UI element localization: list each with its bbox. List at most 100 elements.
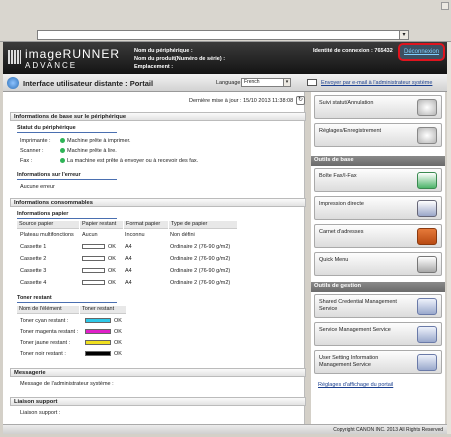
paper-size: A4 [125, 256, 132, 262]
toner-level-bar [85, 329, 111, 334]
logout-label: Déconnexion [403, 49, 440, 55]
page-title: Interface utilisateur distante : Portail [23, 79, 154, 88]
product-name-label: Nom du produit(Numéro de série) : [134, 56, 226, 62]
fax-box-icon [417, 172, 437, 189]
col-paper-type: Type de papier [169, 221, 237, 229]
toner-level-bar [85, 351, 111, 356]
toner-name: Toner jaune restant : [20, 340, 71, 346]
admin-message: Message de l'administrateur système : [20, 381, 114, 387]
status-monitor-button[interactable]: Suivi statut/Annulation [314, 95, 442, 119]
scanner-label: Scanner : [20, 148, 44, 154]
paper-source: Cassette 3 [20, 268, 47, 274]
paper-type: Non défini [170, 232, 195, 238]
portal-settings-link[interactable]: Réglages d'affichage du portail [318, 382, 393, 388]
quick-menu-button[interactable]: Quick Menu [314, 252, 442, 276]
support-link: Liaison support : [20, 410, 61, 416]
col-paper-remaining: Papier restant [80, 221, 123, 229]
address-dropdown[interactable]: ▾ [37, 30, 409, 40]
scroll-up-button[interactable] [441, 2, 449, 10]
fax-label: Fax : [20, 158, 33, 164]
paper-size: A4 [125, 268, 132, 274]
toner-status: OK [114, 340, 122, 346]
direct-print-label: Impression directe [319, 201, 364, 207]
service-icon [417, 298, 437, 315]
toner-status: OK [114, 351, 122, 357]
page-footer: Copyright CANON INC. 2013 All Rights Res… [3, 424, 447, 434]
service-icon [417, 326, 437, 343]
email-admin-link[interactable]: Envoyer par e-mail à l'administrateur sy… [321, 80, 432, 86]
brand-name: imageRUNNER [25, 47, 121, 61]
settings-label: Réglages/Enregistrement [319, 128, 382, 134]
col-toner-remaining: Toner restant [80, 306, 126, 314]
right-panel: Suivi statut/Annulation Réglages/Enregis… [311, 92, 445, 424]
user-setting-button[interactable]: User Setting Information Management Serv… [314, 350, 442, 374]
chevron-down-icon[interactable]: ▾ [399, 31, 408, 39]
browser-toolbar: ▾ [0, 0, 451, 42]
basic-tools-header: Outils de base [311, 156, 445, 166]
eye-icon [417, 99, 437, 116]
paper-type: Ordinaire 2 (76-90 g/m2) [170, 280, 231, 286]
chevron-down-icon[interactable]: ▾ [283, 79, 290, 86]
refresh-button[interactable]: ↻ [296, 96, 305, 105]
fax-status: La machine est prête à envoyer ou à rece… [67, 158, 199, 164]
copyright-text: Copyright CANON INC. 2013 All Rights Res… [333, 427, 443, 433]
quick-menu-label: Quick Menu [319, 257, 349, 263]
paper-size: Inconnu [125, 232, 145, 238]
portal-titlebar: Interface utilisateur distante : Portail… [3, 74, 447, 92]
address-book-label: Carnet d'adresses [319, 229, 364, 235]
scanner-status: Machine prête à lire. [67, 148, 117, 154]
mail-icon[interactable] [307, 79, 317, 86]
paper-source: Plateau multifonctions [20, 232, 74, 238]
settings-button[interactable]: Réglages/Enregistrement [314, 123, 442, 147]
paper-level-bar [82, 244, 105, 249]
paper-level-bar [82, 268, 105, 273]
gear-icon [417, 127, 437, 144]
paper-remaining: OK [108, 268, 116, 274]
fax-box-label: Boîte Fax/I-Fax [319, 173, 357, 179]
status-monitor-label: Suivi statut/Annulation [319, 100, 374, 106]
management-tools-header: Outils de gestion [311, 282, 445, 292]
main-content: Dernière mise à jour : 15/10 2013 11:38:… [3, 92, 306, 424]
service-icon [417, 354, 437, 371]
toner-name: Toner magenta restant : [20, 329, 79, 335]
language-select[interactable]: French ▾ [241, 78, 291, 87]
consumables-header: Informations consommables [10, 198, 306, 207]
status-ok-icon [60, 158, 65, 163]
paper-remaining: OK [108, 280, 116, 286]
status-ok-icon [60, 138, 65, 143]
portal-globe-icon [7, 77, 19, 89]
paper-source: Cassette 2 [20, 256, 47, 262]
address-book-button[interactable]: Carnet d'adresses [314, 224, 442, 248]
fax-box-button[interactable]: Boîte Fax/I-Fax [314, 168, 442, 192]
brand-subname: ADVANCE [25, 61, 78, 70]
col-paper-size: Format papier [124, 221, 168, 229]
address-book-icon [417, 228, 437, 245]
paper-type: Ordinaire 2 (76-90 g/m2) [170, 256, 231, 262]
logout-button[interactable]: Déconnexion [398, 43, 445, 61]
toner-name: Toner cyan restant : [20, 318, 69, 324]
scrollbar[interactable] [447, 42, 451, 434]
col-toner-name: Nom de l'élément [17, 306, 79, 314]
shared-credential-button[interactable]: Shared Credential Management Service [314, 294, 442, 318]
paper-source: Cassette 1 [20, 244, 47, 250]
brand-logo-icon [8, 50, 21, 64]
toner-name: Toner noir restant : [20, 351, 66, 357]
printer-label: Imprimante : [20, 138, 51, 144]
paper-size: A4 [125, 244, 132, 250]
col-paper-source: Source papier [17, 221, 79, 229]
device-name-label: Nom du périphérique : [134, 48, 193, 54]
direct-print-button[interactable]: Impression directe [314, 196, 442, 220]
status-ok-icon [60, 148, 65, 153]
language-label: Language: [216, 80, 242, 86]
paper-type: Ordinaire 2 (76-90 g/m2) [170, 244, 231, 250]
toner-level-bar [85, 318, 111, 323]
paper-level-bar [82, 256, 105, 261]
message-header: Messagerie [10, 368, 306, 377]
error-subheader: Informations sur l'erreur [17, 172, 117, 180]
last-update: Dernière mise à jour : 15/10 2013 11:38:… [189, 98, 294, 104]
basic-info-header: Informations de base sur le périphérique [10, 112, 306, 121]
paper-subheader: Informations papier [17, 211, 117, 219]
user-icon [417, 256, 437, 273]
service-management-button[interactable]: Service Management Service [314, 322, 442, 346]
toner-status: OK [114, 329, 122, 335]
